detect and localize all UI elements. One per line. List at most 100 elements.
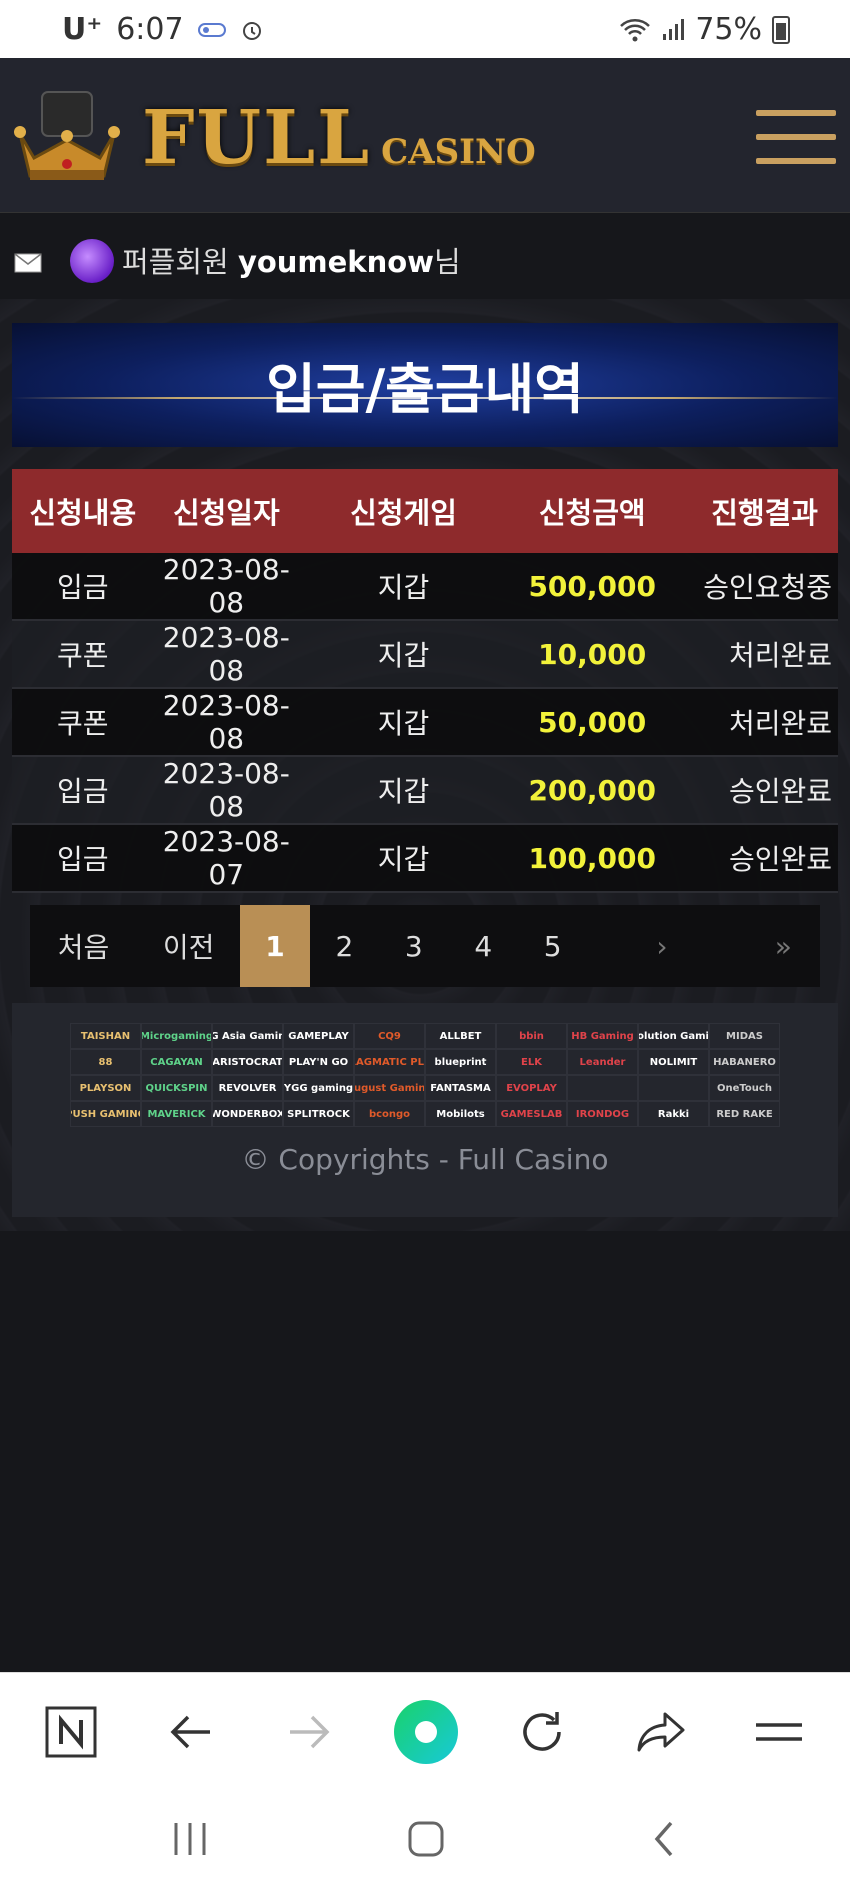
provider-logo: PLAYSON xyxy=(70,1075,141,1101)
provider-logo: blueprint xyxy=(425,1049,496,1075)
provider-logo: GAMESLAB xyxy=(496,1101,567,1127)
refresh-icon[interactable] xyxy=(507,1697,577,1767)
cell-amount: 500,000 xyxy=(528,569,656,603)
provider-logo: CAGAYAN xyxy=(141,1049,212,1075)
vpn-key-icon xyxy=(197,22,226,37)
header-result: 진행결과 xyxy=(711,496,818,530)
hamburger-menu-icon[interactable] xyxy=(756,110,836,168)
transaction-history-table: 신청내용 신청일자 신청게임 신청금액 진행결과 입금 2023-08-08 지… xyxy=(12,469,838,893)
provider-logo: HABANERO xyxy=(709,1049,780,1075)
provider-logo: August Gaming xyxy=(354,1075,425,1101)
member-level: 퍼플회원 xyxy=(122,245,229,279)
main-content: 퍼플회원 youmeknow님 입금/출금내역 신청내용 신청일자 신청게임 신… xyxy=(0,213,850,1231)
share-icon[interactable] xyxy=(626,1697,696,1767)
mail-icon[interactable] xyxy=(14,253,42,273)
provider-logo: Evolution Gaming xyxy=(638,1023,709,1049)
page-next-button[interactable]: › xyxy=(617,905,706,987)
cell-result: 처리완료 xyxy=(728,707,832,740)
page-button-2[interactable]: 2 xyxy=(310,905,379,987)
cell-type: 입금 xyxy=(57,775,109,808)
provider-logo: QUICKSPIN xyxy=(141,1075,212,1101)
cell-amount: 200,000 xyxy=(528,773,656,807)
site-footer: TAISHANMicrogamingAG Asia GamingGAMEPLAY… xyxy=(12,1003,838,1217)
table-row: 입금 2023-08-08 지갑 200,000 승인완료 xyxy=(12,756,838,824)
provider-logo: Rakki xyxy=(638,1101,709,1127)
table-row: 입금 2023-08-08 지갑 500,000 승인요청중 xyxy=(12,553,838,620)
table-row: 쿠폰 2023-08-08 지갑 10,000 처리완료 xyxy=(12,620,838,688)
provider-logo: ARISTOCRAT xyxy=(212,1049,283,1075)
provider-logo: IRONDOG xyxy=(567,1101,638,1127)
page-button-4[interactable]: 4 xyxy=(449,905,518,987)
provider-logo: CQ9 xyxy=(354,1023,425,1049)
cell-type: 쿠폰 xyxy=(57,639,109,672)
cell-game: 지갑 xyxy=(377,639,430,672)
system-navigation-bar xyxy=(0,1786,850,1889)
provider-logo: TAISHAN xyxy=(70,1023,141,1049)
cell-date: 2023-08-08 xyxy=(162,621,290,687)
site-header: FULL CASINO xyxy=(0,58,850,213)
recent-apps-icon[interactable] xyxy=(160,1814,220,1864)
provider-logo: EVOPLAY xyxy=(496,1075,567,1101)
page-last-button[interactable]: » xyxy=(747,905,820,987)
page-prev-button[interactable]: 이전 xyxy=(137,905,240,987)
page-title-banner: 입금/출금내역 xyxy=(12,323,838,447)
cell-result: 승인요청중 xyxy=(703,571,832,604)
page-first-button[interactable]: 처음 xyxy=(30,905,137,987)
cell-result: 처리완료 xyxy=(728,639,832,672)
logo-casino-text: CASINO xyxy=(381,132,536,172)
page-button-3[interactable]: 3 xyxy=(379,905,448,987)
header-game: 신청게임 xyxy=(350,496,457,530)
provider-logo-grid: TAISHANMicrogamingAG Asia GamingGAMEPLAY… xyxy=(70,1023,780,1127)
provider-logo: MAVERICK xyxy=(141,1101,212,1127)
back-arrow-icon[interactable] xyxy=(156,1697,226,1767)
provider-logo: ALLBET xyxy=(425,1023,496,1049)
status-right: 75% xyxy=(619,12,790,47)
provider-logo: REVOLVER xyxy=(212,1075,283,1101)
home-circle-icon[interactable] xyxy=(391,1697,461,1767)
menu-icon[interactable] xyxy=(744,1697,814,1767)
forward-arrow-icon[interactable] xyxy=(274,1697,344,1767)
clock: 6:07 xyxy=(116,12,184,47)
status-bar: U⁺ 6:07 75% xyxy=(0,0,850,58)
cell-result: 승인완료 xyxy=(728,843,832,876)
signal-icon xyxy=(663,18,685,40)
back-icon[interactable] xyxy=(634,1814,694,1864)
crown-logo-icon xyxy=(14,91,120,180)
page-button-5[interactable]: 5 xyxy=(518,905,587,987)
provider-logo: Leander xyxy=(567,1049,638,1075)
cell-type: 입금 xyxy=(57,843,109,876)
provider-logo: PRAGMATIC PLAY xyxy=(354,1049,425,1075)
provider-logo: bcongo xyxy=(354,1101,425,1127)
table-header-row: 신청내용 신청일자 신청게임 신청금액 진행결과 xyxy=(12,469,838,553)
username: youmeknow xyxy=(237,245,434,279)
battery-icon xyxy=(772,15,790,44)
member-level-avatar xyxy=(70,239,114,283)
provider-logo: RED RAKE xyxy=(709,1101,780,1127)
cell-game: 지갑 xyxy=(377,843,430,876)
cell-date: 2023-08-08 xyxy=(162,553,290,619)
user-greeting: 퍼플회원 youmeknow님 xyxy=(122,239,461,281)
cell-amount: 100,000 xyxy=(528,841,656,875)
provider-logo: AG Asia Gaming xyxy=(212,1023,283,1049)
provider-logo: PUSH GAMING xyxy=(70,1101,141,1127)
cell-date: 2023-08-07 xyxy=(162,825,290,891)
browser-toolbar xyxy=(0,1672,850,1787)
cell-game: 지갑 xyxy=(377,571,430,604)
site-logo[interactable]: FULL CASINO xyxy=(12,88,536,188)
provider-logo: NOLIMIT xyxy=(638,1049,709,1075)
table-row: 쿠폰 2023-08-08 지갑 50,000 처리완료 xyxy=(12,688,838,756)
home-icon[interactable] xyxy=(396,1814,456,1864)
wifi-icon xyxy=(620,18,651,41)
battery-percent: 75% xyxy=(695,12,762,47)
provider-logo xyxy=(638,1075,709,1101)
provider-logo: WONDERBOX xyxy=(212,1101,283,1127)
provider-logo: MIDAS xyxy=(709,1023,780,1049)
provider-logo: FANTASMA xyxy=(425,1075,496,1101)
provider-logo: bbin xyxy=(496,1023,567,1049)
carrier-label: U⁺ xyxy=(62,12,103,47)
page-button-1[interactable]: 1 xyxy=(240,905,310,987)
pagination: 처음 이전 1 2 3 4 5 › » xyxy=(30,905,820,987)
naver-n-icon[interactable] xyxy=(36,1697,106,1767)
provider-logo: OneTouch xyxy=(709,1075,780,1101)
cell-type: 쿠폰 xyxy=(57,707,109,740)
